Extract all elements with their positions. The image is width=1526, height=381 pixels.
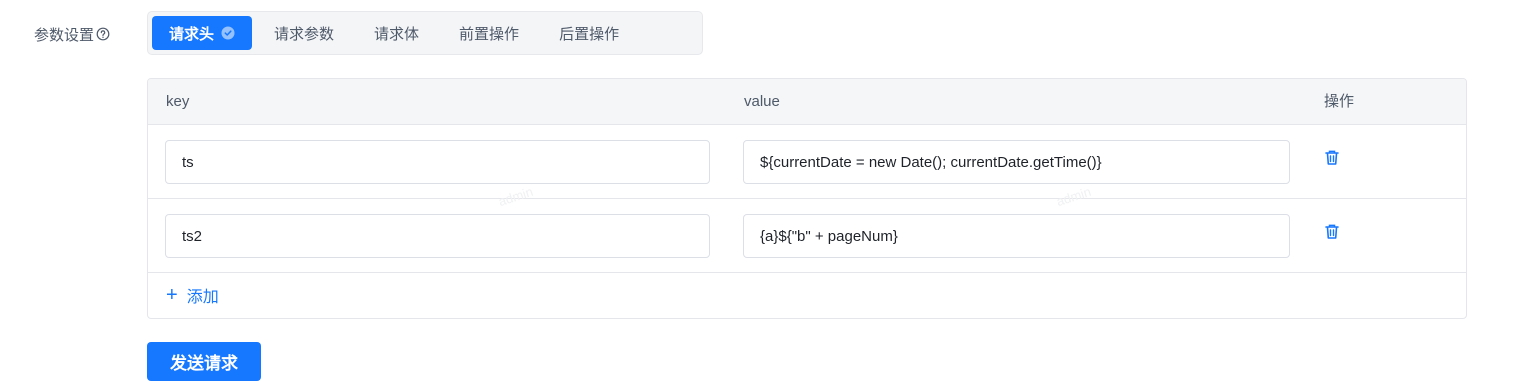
key-input[interactable]: ts: [165, 140, 710, 184]
params-tabs: 请求头 请求参数 请求体 前置操作 后置操作: [147, 11, 703, 55]
tab-pre-operation[interactable]: 前置操作: [441, 16, 537, 50]
column-header-actions: 操作: [1324, 93, 1355, 110]
tab-label: 后置操作: [559, 25, 620, 43]
table-row: ts2 {a}${"b" + pageNum}: [148, 199, 1466, 273]
question-circle-icon[interactable]: [96, 27, 110, 41]
table-header: key value 操作: [148, 79, 1466, 125]
tab-post-operation[interactable]: 后置操作: [541, 16, 637, 50]
column-header-value: value: [744, 93, 780, 110]
value-input[interactable]: ${currentDate = new Date(); currentDate.…: [743, 140, 1290, 184]
tab-request-body[interactable]: 请求体: [356, 16, 437, 50]
add-row-button[interactable]: + 添加: [166, 274, 219, 316]
trash-icon[interactable]: [1324, 223, 1340, 245]
tab-label: 请求头: [169, 25, 215, 43]
key-input[interactable]: ts2: [165, 214, 710, 258]
send-request-button[interactable]: 发送请求: [147, 342, 261, 381]
plus-icon: +: [166, 284, 178, 306]
tab-request-params[interactable]: 请求参数: [256, 16, 352, 50]
trash-icon[interactable]: [1324, 149, 1340, 171]
params-settings-text: 参数设置: [34, 26, 95, 44]
tab-label: 前置操作: [459, 25, 520, 43]
table-row: ts ${currentDate = new Date(); currentDa…: [148, 125, 1466, 199]
tab-request-headers[interactable]: 请求头: [152, 16, 253, 50]
value-input[interactable]: {a}${"b" + pageNum}: [743, 214, 1290, 258]
add-row-label: 添加: [186, 289, 219, 306]
tab-label: 请求体: [374, 25, 420, 43]
check-circle-icon: [221, 26, 235, 40]
column-header-key: key: [166, 93, 190, 110]
params-settings-label: 参数设置: [34, 22, 110, 46]
headers-table: key value 操作 ts ${currentDate = new Date…: [147, 78, 1467, 319]
tab-label: 请求参数: [274, 25, 335, 43]
